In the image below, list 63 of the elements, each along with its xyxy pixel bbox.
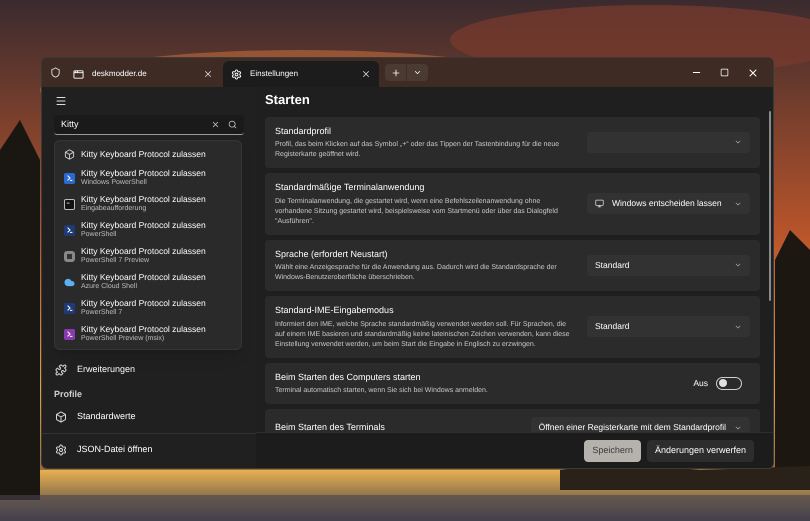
tab[interactable]: deskmodder.de: [65, 61, 221, 87]
result-title: Kitty Keyboard Protocol zulassen: [81, 194, 206, 204]
toggle-switch[interactable]: [716, 376, 742, 390]
browser-icon: [73, 68, 84, 80]
discard-button[interactable]: Änderungen verwerfen: [646, 440, 754, 462]
plus-icon: [390, 68, 400, 78]
setting-title: Standardmäßige Terminalanwendung: [275, 181, 426, 194]
window-icon: [595, 199, 604, 208]
prompt-icon: [64, 172, 75, 184]
setting-title: Beim Starten des Computers starten: [275, 370, 422, 384]
setting-title: Standard-IME-Eingabemodus: [275, 304, 395, 317]
close-icon[interactable]: [361, 69, 371, 79]
maximize-icon[interactable]: [720, 68, 729, 77]
search-result[interactable]: Kitty Keyboard Protocol zulassen: [55, 143, 241, 165]
result-title: Kitty Keyboard Protocol zulassen: [81, 298, 206, 308]
sidebar-item[interactable]: Erweiterungen: [54, 358, 244, 382]
tab-title: Einstellungen: [250, 68, 300, 80]
clear-icon[interactable]: [211, 120, 220, 129]
chevron-icon: [413, 68, 422, 77]
result-title: Kitty Keyboard Protocol zulassen: [81, 324, 206, 334]
result-title: Kitty Keyboard Protocol zulassen: [81, 168, 206, 178]
cloud-icon: [64, 276, 75, 288]
search-icon[interactable]: [228, 120, 237, 129]
close-icon[interactable]: [747, 66, 759, 78]
tab[interactable]: Einstellungen: [223, 61, 379, 87]
page-title: Starten: [265, 91, 311, 109]
console-icon: [64, 198, 75, 210]
tab-title: deskmodder.de: [92, 68, 148, 80]
sidebar-item[interactable]: JSON-Datei öffnen: [54, 438, 244, 462]
prompt-icon: [64, 224, 75, 236]
search-field[interactable]: Kitty: [54, 115, 244, 135]
puzzle-icon: [55, 364, 67, 376]
new-tab-button[interactable]: [385, 64, 406, 81]
setting-title: Beim Starten des Terminals: [275, 420, 386, 432]
cube-icon: [55, 411, 67, 423]
menu-icon[interactable]: [55, 95, 67, 107]
settings-icon: [231, 68, 242, 80]
settings-icon: [55, 444, 67, 456]
dropdown-value: Standard: [595, 320, 630, 334]
prompt-icon: [64, 302, 75, 314]
result-title: Kitty Keyboard Protocol zulassen: [81, 272, 206, 282]
setting-title: Standardprofil: [275, 124, 332, 138]
shield-icon[interactable]: [50, 67, 61, 78]
dropdown[interactable]: Standard: [587, 316, 750, 338]
cube-icon: [64, 148, 75, 160]
result-title: Kitty Keyboard Protocol zulassen: [81, 246, 206, 256]
app-icon: [64, 250, 75, 262]
close-icon[interactable]: [203, 69, 213, 79]
section-header: Profile: [54, 388, 84, 400]
result-title: Kitty Keyboard Protocol zulassen: [81, 149, 206, 159]
result-title: Kitty Keyboard Protocol zulassen: [81, 220, 206, 230]
dropdown[interactable]: Windows entscheiden lassen: [587, 193, 750, 214]
prompt-icon: [64, 328, 75, 340]
search-text: Kitty: [61, 118, 80, 131]
sidebar-item[interactable]: Standardwerte: [54, 405, 244, 429]
setting-title: Sprache (erfordert Neustart): [275, 248, 389, 261]
dropdown[interactable]: Öffnen einer Registerkarte mit dem Standardprofil: [530, 417, 750, 432]
dropdown[interactable]: Standard: [587, 254, 750, 276]
toggle-label: Aus: [693, 376, 708, 390]
scrollbar[interactable]: [769, 111, 771, 301]
dropdown-value: Öffnen einer Registerkarte mit dem Standardprofil: [538, 421, 726, 432]
dropdown-value: Standard: [595, 258, 630, 272]
dropdown-value: Windows entscheiden lassen: [612, 197, 723, 210]
